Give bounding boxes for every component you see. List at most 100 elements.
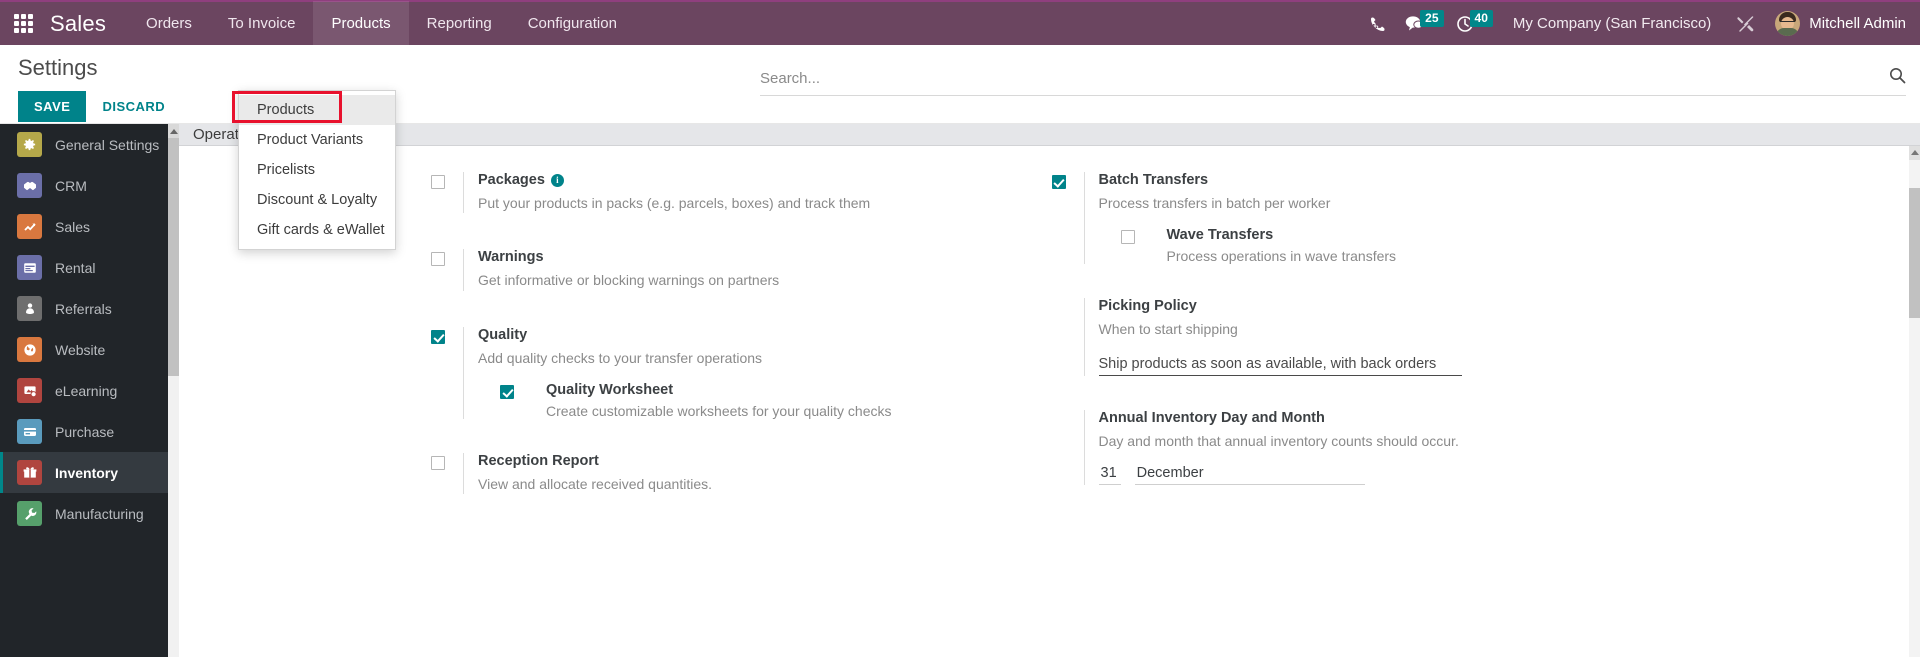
setting-title: Packages i xyxy=(478,172,1042,188)
sidebar-item-website[interactable]: Website xyxy=(0,329,179,370)
messages-counter[interactable]: 25 xyxy=(1399,1,1449,46)
setting-batch-transfers: Batch Transfers Process transfers in bat… xyxy=(1051,172,1905,265)
search-bar[interactable] xyxy=(760,67,1906,96)
dropdown-item-pricelists[interactable]: Pricelists xyxy=(239,155,395,185)
content-scrollbar-thumb[interactable] xyxy=(1909,188,1920,318)
picking-policy-description: When to start shipping xyxy=(1098,321,1238,338)
sidebar-item-rental[interactable]: Rental xyxy=(0,247,179,288)
setting-body: Reception Report View and allocate recei… xyxy=(463,452,1042,495)
sidebar-item-label: Rental xyxy=(55,259,96,276)
sidebar-item-referrals[interactable]: Referrals xyxy=(0,288,179,329)
search-icon[interactable] xyxy=(1889,67,1906,89)
packages-checkbox[interactable] xyxy=(431,175,445,189)
card-icon xyxy=(17,419,42,444)
control-panel: Settings SAVE DISCARD Products Product V… xyxy=(0,45,1920,250)
warnings-label: Warnings xyxy=(478,249,544,266)
quality-worksheet-checkbox[interactable] xyxy=(500,384,514,399)
user-name-label: Mitchell Admin xyxy=(1809,15,1906,32)
content-scroll-up-arrow-icon[interactable] xyxy=(1909,146,1920,160)
dropdown-item-gift-cards-ewallet[interactable]: Gift cards & eWallet xyxy=(239,215,395,245)
sidebar-item-sales[interactable]: Sales xyxy=(0,206,179,247)
wrench-tools-icon[interactable] xyxy=(1725,1,1767,46)
presentation-icon xyxy=(17,378,42,403)
dialpad-icon[interactable] xyxy=(1357,1,1399,46)
picking-policy-select[interactable]: Ship products as soon as available, with… xyxy=(1098,354,1463,376)
apps-grid-icon[interactable] xyxy=(0,1,46,46)
setting-body: Picking Policy When to start shipping Sh… xyxy=(1083,298,1905,376)
navbar-right-group: 25 40 My Company (San Francisco) Mitchel… xyxy=(1357,1,1920,46)
reception-report-checkbox[interactable] xyxy=(431,455,445,470)
nav-link-configuration[interactable]: Configuration xyxy=(510,1,635,46)
person-icon xyxy=(17,296,42,321)
content-scrollbar[interactable] xyxy=(1909,146,1920,657)
dropdown-item-products[interactable]: Products xyxy=(239,95,395,125)
nav-link-to-invoice[interactable]: To Invoice xyxy=(210,1,314,46)
search-input[interactable] xyxy=(760,69,1881,87)
warnings-checkbox[interactable] xyxy=(431,252,445,267)
batch-transfers-checkbox[interactable] xyxy=(1051,175,1066,189)
checkbox-cell xyxy=(431,453,463,494)
checkbox-cell xyxy=(431,249,463,290)
sidebar-item-general-settings[interactable]: General Settings xyxy=(0,124,179,165)
save-button[interactable]: SAVE xyxy=(18,91,87,123)
checkbox-spacer xyxy=(1052,410,1084,485)
sidebar-scrollbar[interactable] xyxy=(168,124,179,657)
sidebar-item-inventory[interactable]: Inventory xyxy=(0,452,179,493)
sidebar-item-manufacturing[interactable]: Manufacturing xyxy=(0,493,179,534)
batch-transfers-label: Batch Transfers xyxy=(1098,172,1209,188)
user-menu[interactable]: Mitchell Admin xyxy=(1767,11,1906,36)
setting-picking-policy: Picking Policy When to start shipping Sh… xyxy=(1052,298,1905,376)
calendar-icon xyxy=(17,255,42,280)
quality-label: Quality xyxy=(478,326,528,343)
settings-column-right: Batch Transfers Process transfers in bat… xyxy=(1042,172,1905,528)
annual-inventory-label: Annual Inventory Day and Month xyxy=(1098,409,1325,426)
nav-link-reporting[interactable]: Reporting xyxy=(409,1,510,46)
setting-body: Batch Transfers Process transfers in bat… xyxy=(1083,172,1905,265)
dropdown-item-discount-loyalty[interactable]: Discount & Loyalty xyxy=(239,185,395,215)
sidebar-item-label: General Settings xyxy=(55,136,160,153)
activities-counter[interactable]: 40 xyxy=(1450,1,1499,46)
products-dropdown-menu[interactable]: Products Product Variants Pricelists Dis… xyxy=(238,90,396,250)
scrollbar-thumb[interactable] xyxy=(168,138,179,376)
box-icon xyxy=(17,460,42,485)
sidebar-item-label: CRM xyxy=(55,177,87,194)
sidebar-item-label: Inventory xyxy=(55,464,119,481)
wave-transfers-label: Wave Transfers xyxy=(1166,227,1274,244)
setting-quality: Quality Add quality checks to your trans… xyxy=(431,326,1042,419)
company-selector[interactable]: My Company (San Francisco) xyxy=(1499,15,1725,32)
info-icon[interactable]: i xyxy=(550,173,564,187)
quality-worksheet-description: Create customizable worksheets for your … xyxy=(546,402,892,419)
sidebar-item-crm[interactable]: CRM xyxy=(0,165,179,206)
chart-line-icon xyxy=(17,214,42,239)
discard-button[interactable]: DISCARD xyxy=(86,91,181,122)
sidebar-item-label: Website xyxy=(55,341,106,358)
checkbox-spacer xyxy=(1052,298,1084,375)
sidebar-item-label: eLearning xyxy=(55,382,118,399)
reception-report-label: Reception Report xyxy=(478,452,599,469)
app-brand-sales[interactable]: Sales xyxy=(46,11,128,37)
setting-body: Annual Inventory Day and Month Day and m… xyxy=(1083,409,1905,485)
quality-checkbox[interactable] xyxy=(431,329,445,344)
sidebar-item-label: Referrals xyxy=(55,300,112,317)
nav-link-products[interactable]: Products xyxy=(313,1,409,46)
globe-icon xyxy=(17,337,42,362)
activities-badge-count: 40 xyxy=(1469,10,1493,27)
wave-transfers-checkbox[interactable] xyxy=(1120,230,1135,245)
annual-inventory-day-input[interactable]: 31 xyxy=(1098,463,1121,485)
scroll-up-arrow-icon[interactable] xyxy=(168,124,179,138)
sub-setting-body: Wave Transfers Process operations in wav… xyxy=(1153,227,1905,264)
sub-setting-body: Quality Worksheet Create customizable wo… xyxy=(532,382,1042,419)
sidebar-item-elearning[interactable]: eLearning xyxy=(0,370,179,411)
setting-warnings: Warnings Get informative or blocking war… xyxy=(431,249,1042,291)
top-navbar: Sales Orders To Invoice Products Reporti… xyxy=(0,0,1920,46)
handshake-icon xyxy=(17,173,42,198)
control-panel-left: Settings SAVE DISCARD xyxy=(0,45,220,123)
annual-inventory-month-select[interactable]: December xyxy=(1134,463,1365,485)
setting-quality-worksheet: Quality Worksheet Create customizable wo… xyxy=(478,382,1042,419)
sidebar-item-label: Purchase xyxy=(55,423,115,440)
nav-link-orders[interactable]: Orders xyxy=(128,1,210,46)
dropdown-item-product-variants[interactable]: Product Variants xyxy=(239,125,395,155)
sidebar-item-purchase[interactable]: Purchase xyxy=(0,411,179,452)
setting-body: Quality Add quality checks to your trans… xyxy=(463,326,1042,419)
setting-reception-report: Reception Report View and allocate recei… xyxy=(431,452,1042,495)
